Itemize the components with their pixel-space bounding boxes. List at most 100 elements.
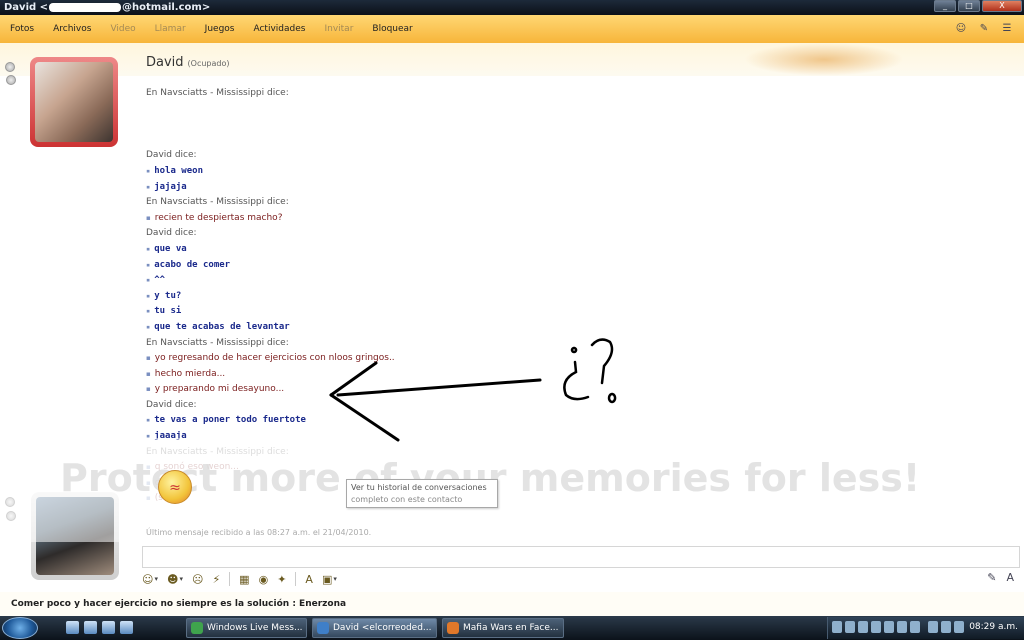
message-line: que va — [146, 242, 466, 258]
text-format-icon[interactable]: A — [1006, 571, 1014, 584]
menu-actividades[interactable]: Actividades — [253, 24, 305, 34]
taskbar-item-messenger[interactable]: Windows Live Mess... — [186, 618, 307, 638]
chevron-down-icon: ▾ — [333, 575, 337, 583]
tray-icon[interactable] — [845, 621, 855, 633]
close-button[interactable]: X — [982, 0, 1022, 12]
taskbar-item-conversation[interactable]: David <elcorreoded... — [312, 618, 437, 638]
speaker-label: David dice: — [146, 399, 197, 410]
tooltip-line-1: Ver tu historial de conversaciones — [351, 483, 487, 492]
inverted-question-mark — [563, 346, 590, 401]
menu-video: Video — [110, 24, 136, 34]
menu-fotos[interactable]: Fotos — [10, 24, 34, 34]
menu-bar: Fotos Archivos Video Llamar Juegos Activ… — [0, 15, 1024, 43]
menu-archivos[interactable]: Archivos — [53, 24, 91, 34]
start-button[interactable] — [2, 617, 38, 639]
options-icon[interactable]: ☰ — [1000, 22, 1014, 36]
task-label: Windows Live Mess... — [207, 623, 303, 633]
scared-emoticon-icon: ≈ — [158, 470, 192, 504]
task-label: David <elcorreoded... — [333, 623, 432, 633]
speaker-label: En Navsciatts - Mississippi dice: — [146, 337, 289, 348]
last-message-info: Último mensaje recibido a las 08:27 a.m.… — [146, 528, 372, 537]
winks-button[interactable]: ☻ ▾ — [167, 572, 183, 586]
backgrounds-button[interactable]: ▦ — [239, 572, 249, 586]
history-tooltip: Ver tu historial de conversaciones compl… — [346, 479, 498, 508]
smiley-settings-icon[interactable]: ☺ — [954, 22, 968, 36]
emoticons-button[interactable]: ☺ ▾ — [142, 572, 158, 586]
message-line: y preparando mi desayuno... — [146, 382, 466, 398]
redacted-email — [49, 2, 122, 12]
paint-icon[interactable]: ✎ — [977, 22, 991, 36]
contact-avatar[interactable] — [30, 57, 118, 147]
header-decoration — [744, 43, 904, 76]
wink-icon: ☻ — [166, 572, 179, 586]
activities-button[interactable]: ✦ — [277, 572, 286, 586]
chevron-down-icon: ▾ — [179, 575, 183, 583]
volume-icon[interactable] — [954, 621, 964, 633]
nudge-icon: ⚡ — [212, 572, 221, 586]
speaker-label: En Navsciatts - Mississippi dice: — [146, 197, 289, 208]
tray-icon[interactable] — [884, 621, 894, 633]
tray-icon[interactable] — [832, 621, 842, 633]
tray-icon[interactable] — [858, 621, 868, 633]
image-icon: ▣ — [321, 572, 333, 586]
tray-icon[interactable] — [928, 621, 938, 633]
activities-icon: ✦ — [277, 572, 287, 586]
tray-icon[interactable] — [871, 621, 881, 633]
question-mark — [590, 338, 617, 404]
message-line: ^^ — [146, 273, 466, 289]
contact-header: David (Ocupado) — [146, 55, 230, 70]
firefox-icon — [447, 622, 459, 634]
message-line: te vas a poner todo fuertote — [146, 413, 466, 429]
speaker-label: David dice: — [146, 150, 197, 161]
contact-name: David — [146, 55, 184, 70]
minimize-button[interactable]: _ — [934, 0, 956, 12]
messenger-icon — [191, 622, 203, 634]
font-button[interactable]: A — [305, 572, 313, 586]
internet-explorer-icon[interactable] — [102, 621, 115, 634]
font-icon: A — [305, 572, 313, 586]
voice-clip-button[interactable]: ☹ — [192, 572, 203, 586]
menu-llamar: Llamar — [154, 24, 186, 34]
message-input[interactable] — [142, 546, 1020, 568]
tray-icon[interactable] — [897, 621, 907, 633]
maximize-button[interactable]: □ — [958, 0, 980, 12]
message-line: tu si — [146, 304, 466, 320]
webcam-icon[interactable] — [6, 75, 16, 85]
message-line: y tu? — [146, 289, 466, 305]
message-line: jajaja — [146, 180, 466, 196]
tooltip-line-2: completo con este contacto — [351, 495, 463, 504]
voice-clip-icon: ☹ — [191, 572, 204, 586]
window-title: David < @hotmail.com> — [4, 2, 210, 13]
contact-photo — [35, 62, 113, 142]
taskbar-item-browser[interactable]: Mafia Wars en Face... — [442, 618, 564, 638]
window-buttons: _ □ X — [934, 0, 1022, 12]
handwriting-icon[interactable]: ✎ — [987, 571, 996, 584]
message-line: que te acabas de levantar — [146, 320, 466, 336]
window-title-suffix: @hotmail.com> — [122, 2, 211, 13]
chevron-down-icon: ▾ — [154, 575, 158, 583]
show-desktop-icon[interactable] — [66, 621, 79, 634]
message-line: hola weon — [146, 164, 466, 180]
collapse-icon[interactable] — [5, 62, 15, 72]
recycle-bin-icon[interactable] — [120, 621, 133, 634]
toolbar-divider — [229, 572, 231, 586]
menu-invitar: Invitar — [324, 24, 354, 34]
message-line: recien te despiertas macho? — [146, 211, 466, 227]
tray-icon[interactable] — [910, 621, 920, 633]
menu-bloquear[interactable]: Bloquear — [372, 24, 412, 34]
menu-icons: ☺ ✎ ☰ — [954, 22, 1014, 36]
nudge-button[interactable]: ⚡ — [212, 572, 220, 586]
more-button[interactable]: ▣ ▾ — [322, 572, 337, 586]
message-line: hecho mierda... — [146, 367, 466, 383]
smiley-icon: ☺ — [142, 572, 154, 586]
games-button[interactable]: ◉ — [259, 572, 269, 586]
window-title-prefix: David < — [4, 2, 49, 13]
switch-windows-icon[interactable] — [84, 621, 97, 634]
tray-icon[interactable] — [941, 621, 951, 633]
toolbar-divider — [295, 572, 297, 586]
menu-juegos[interactable]: Juegos — [205, 24, 235, 34]
title-bar: David < @hotmail.com> _ □ X — [0, 0, 1024, 15]
